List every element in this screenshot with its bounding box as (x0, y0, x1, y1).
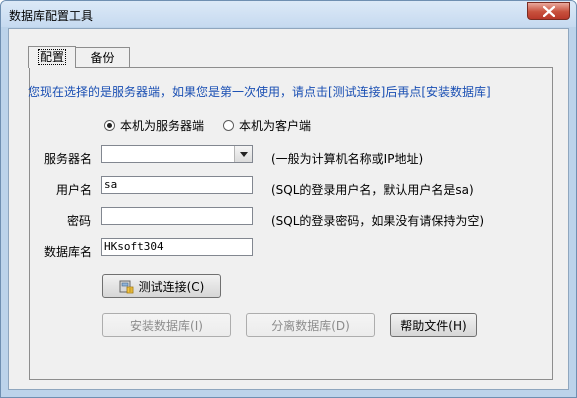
radio-client-indicator[interactable] (223, 120, 234, 131)
server-name-hint: (一般为计算机名称或IP地址) (271, 152, 424, 166)
install-database-label: 安装数据库(I) (130, 318, 203, 333)
detach-database-label: 分离数据库(D) (271, 318, 350, 333)
install-database-button[interactable]: 安装数据库(I) (102, 313, 231, 337)
tab-config-label: 配置 (37, 49, 67, 65)
title-bar[interactable]: 数据库配置工具 (1, 1, 576, 27)
password-field[interactable] (101, 207, 253, 225)
password-hint: (SQL的登录密码，如果没有请保持为空) (271, 214, 485, 228)
close-button[interactable] (527, 2, 570, 20)
username-hint: (SQL的登录用户名，默认用户名是sa) (271, 183, 474, 197)
radio-server[interactable]: 本机为服务器端 (104, 117, 204, 134)
password-label: 密码 (67, 214, 92, 228)
server-name-label: 服务器名 (44, 152, 93, 166)
chevron-down-icon[interactable] (234, 146, 252, 162)
database-name-field[interactable]: HKsoft304 (101, 238, 253, 256)
username-label: 用户名 (56, 183, 93, 197)
window-title: 数据库配置工具 (9, 9, 94, 23)
help-label: 帮助文件(H) (400, 318, 467, 333)
server-name-combobox[interactable] (101, 145, 253, 163)
radio-server-label: 本机为服务器端 (120, 119, 205, 133)
detach-database-button[interactable]: 分离数据库(D) (246, 313, 375, 337)
test-connection-button[interactable]: 测试连接(C) (102, 274, 221, 298)
radio-client-label: 本机为客户端 (239, 119, 312, 133)
info-message: 您现在选择的是服务器端，如果您是第一次使用，请点击[测试连接]后再点[安装数据库… (28, 85, 491, 99)
radio-client[interactable]: 本机为客户端 (223, 117, 311, 134)
tab-backup-label: 备份 (90, 51, 115, 65)
radio-server-indicator[interactable] (104, 120, 115, 131)
tab-config[interactable]: 配置 (28, 46, 76, 68)
database-name-label: 数据库名 (44, 245, 93, 259)
help-button[interactable]: 帮助文件(H) (390, 313, 477, 337)
database-connect-icon (119, 278, 135, 294)
app-window: 数据库配置工具 配置 备份 您现在选择的是服务器端，如果您是第一次使用，请点击[… (0, 0, 577, 398)
username-field[interactable]: sa (101, 176, 253, 194)
close-icon (542, 5, 555, 17)
test-connection-label: 测试连接(C) (138, 279, 205, 294)
tab-backup[interactable]: 备份 (76, 47, 130, 67)
